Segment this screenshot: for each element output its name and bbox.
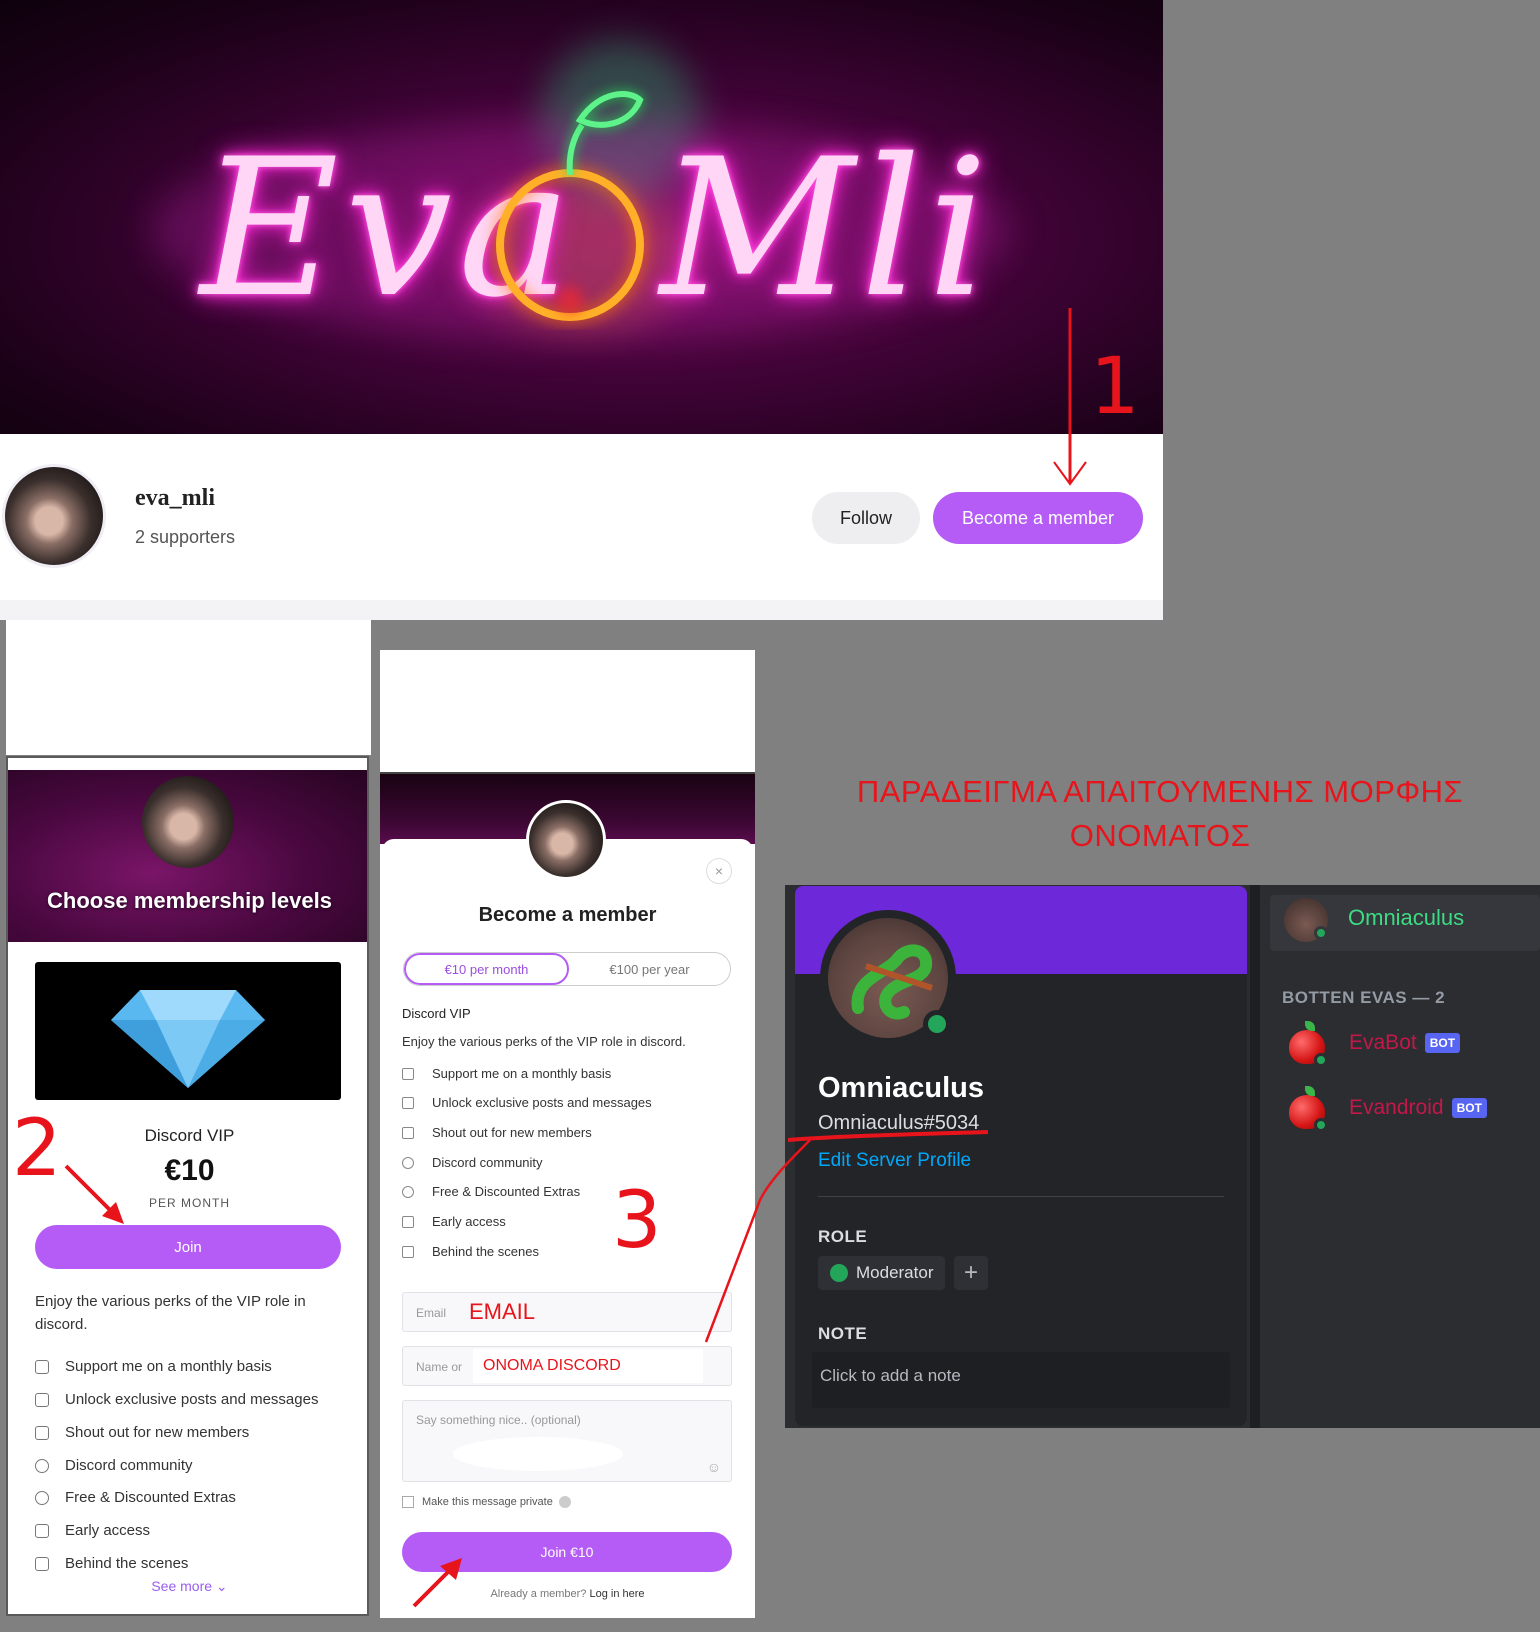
perk-item: Early access xyxy=(35,1522,150,1539)
name-placeholder: Name or xyxy=(416,1360,463,1374)
message-field[interactable]: Say something nice.. (optional) ☺ xyxy=(402,1400,732,1482)
annotation-step-3: 3 xyxy=(612,1176,662,1266)
document-icon xyxy=(35,1392,49,1407)
member-evandroid[interactable]: Evandroid BOT xyxy=(1349,1096,1487,1120)
member-list-self-name: Omniaculus xyxy=(1348,905,1465,930)
note-input[interactable]: Click to add a note xyxy=(812,1352,1230,1408)
checkout-title: Become a member xyxy=(478,904,657,926)
creator-avatar xyxy=(142,776,234,868)
see-more-link[interactable]: See more ⌄ xyxy=(8,1578,367,1595)
diamond-icon xyxy=(111,990,265,1088)
bot-badge: BOT xyxy=(1424,1033,1461,1053)
name-annotation: ONOMA DISCORD xyxy=(483,1357,621,1374)
close-icon[interactable]: × xyxy=(706,858,732,884)
document-icon xyxy=(402,1096,414,1109)
annotation-connector xyxy=(704,1130,989,1343)
name-format-heading: ΠΑΡΑΔΕΙΓΜΑ ΑΠΑΙΤΟΥΜΕΝΗΣ ΜΟΡΦΗΣ ΟΝΟΜΑΤΟΣ xyxy=(856,774,1464,853)
discord-display-name: Omniaculus xyxy=(818,1072,984,1104)
online-status-icon xyxy=(1314,1053,1328,1067)
discount-icon xyxy=(402,1185,414,1198)
discord-icon xyxy=(402,1156,414,1169)
apple-neon-icon xyxy=(496,91,644,321)
perk-item: Discord community xyxy=(402,1155,543,1170)
annotation-step-1: 1 xyxy=(1090,342,1140,432)
perk-item: Unlock exclusive posts and messages xyxy=(402,1095,652,1110)
membership-title: Choose membership levels xyxy=(47,888,332,913)
tier-description: Enjoy the various perks of the VIP role … xyxy=(35,1293,306,1333)
creator-avatar xyxy=(526,800,606,880)
supporter-count: 2 supporters xyxy=(135,527,236,547)
banner-text-mli: Mli xyxy=(660,118,995,339)
perk-item: Shout out for new members xyxy=(35,1424,249,1441)
tier-name: Discord VIP xyxy=(144,1126,235,1145)
tier-image xyxy=(35,962,341,1100)
online-status-icon xyxy=(923,1010,951,1038)
perk-item: Support me on a monthly basis xyxy=(402,1066,611,1081)
perk-item: Discord community xyxy=(35,1457,193,1474)
become-member-button[interactable]: Become a member xyxy=(933,492,1143,544)
private-checkbox[interactable] xyxy=(402,1496,414,1508)
megaphone-icon xyxy=(402,1126,414,1139)
online-status-icon xyxy=(1314,926,1328,940)
private-message-toggle[interactable]: Make this message private xyxy=(402,1496,571,1508)
discord-icon xyxy=(35,1458,49,1473)
camera-icon xyxy=(402,1245,414,1258)
perk-item: Early access xyxy=(402,1214,506,1229)
clock-icon xyxy=(402,1215,414,1228)
billing-tabs: €10 per month €100 per year xyxy=(403,952,731,986)
calendar-icon xyxy=(35,1359,49,1374)
login-link[interactable]: Log in here xyxy=(590,1588,645,1600)
discord-divider xyxy=(1250,885,1260,1428)
message-placeholder: Say something nice.. (optional) xyxy=(416,1413,581,1427)
profile-banner: Eva Mli xyxy=(0,0,1163,434)
profile-divider xyxy=(0,600,1163,620)
annotation-step-2: 2 xyxy=(12,1104,62,1194)
tier-description: Enjoy the various perks of the VIP role … xyxy=(402,1034,686,1049)
member-group-heading: BOTTEN EVAS — 2 xyxy=(1282,988,1446,1007)
discord-name-field[interactable]: Name or ONOMA DISCORD xyxy=(402,1346,732,1386)
perk-item: Behind the scenes xyxy=(402,1244,539,1259)
become-member-panel: × Become a member €10 per month €100 per… xyxy=(380,772,755,1618)
profile-username: eva_mli xyxy=(135,485,215,511)
profile-avatar[interactable] xyxy=(2,464,106,568)
follow-button[interactable]: Follow xyxy=(812,492,920,544)
annotation-arrow-2 xyxy=(64,1164,124,1224)
join-tier-button[interactable]: Join xyxy=(35,1225,341,1269)
membership-panel-top xyxy=(6,620,371,755)
discount-icon xyxy=(35,1490,49,1505)
emoji-icon[interactable]: ☺ xyxy=(707,1459,721,1475)
perk-item: Shout out for new members xyxy=(402,1125,592,1140)
checkout-panel-top xyxy=(380,650,755,772)
camera-icon xyxy=(35,1556,49,1571)
annotation-arrow-3 xyxy=(412,1558,462,1608)
clock-icon xyxy=(35,1523,49,1538)
perk-item: Unlock exclusive posts and messages xyxy=(35,1391,318,1408)
bot-badge: BOT xyxy=(1451,1098,1487,1118)
info-icon xyxy=(558,1496,571,1508)
online-status-icon xyxy=(1314,1118,1328,1132)
perk-item: Free & Discounted Extras xyxy=(35,1489,236,1506)
calendar-icon xyxy=(402,1067,414,1080)
megaphone-icon xyxy=(35,1425,49,1440)
perk-item: Free & Discounted Extras xyxy=(402,1184,580,1199)
email-field[interactable]: Email EMAIL xyxy=(402,1292,732,1332)
perk-item: Support me on a monthly basis xyxy=(35,1358,272,1375)
tab-monthly[interactable]: €10 per month xyxy=(404,953,569,985)
email-annotation: EMAIL xyxy=(469,1299,536,1324)
member-evabot[interactable]: EvaBot BOT xyxy=(1349,1031,1461,1055)
perk-item: Behind the scenes xyxy=(35,1555,188,1572)
tier-name: Discord VIP xyxy=(402,1006,471,1021)
tab-yearly[interactable]: €100 per year xyxy=(569,953,730,985)
email-placeholder: Email xyxy=(416,1306,447,1320)
